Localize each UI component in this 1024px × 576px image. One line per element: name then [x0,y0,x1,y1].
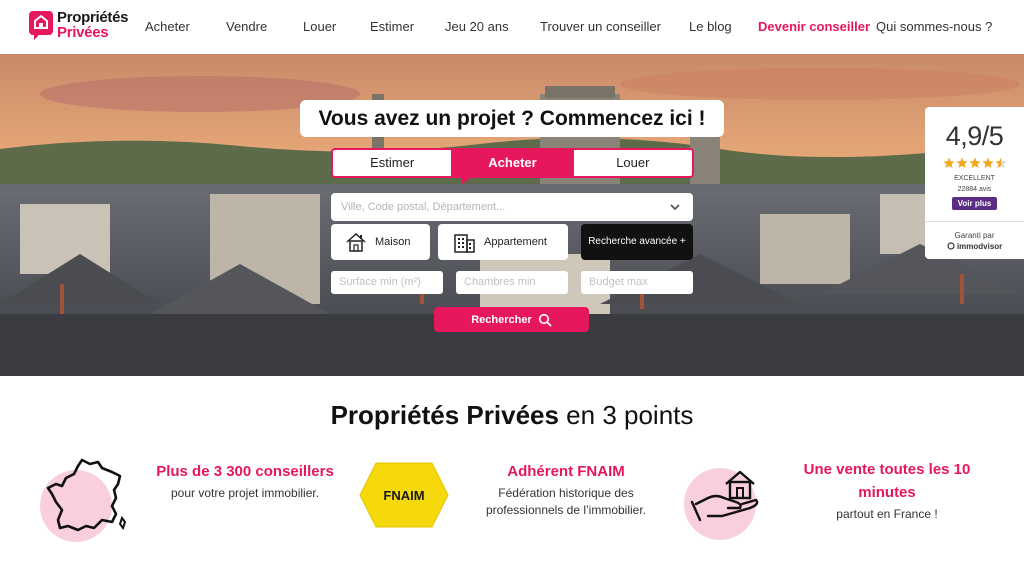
section-title: Propriétés Privées en 3 points [0,400,1024,431]
chambres-min-input[interactable]: Chambres min [456,271,568,294]
section-title-rest: en 3 points [558,400,694,430]
france-map-icon [46,458,127,532]
star-icon [955,157,968,168]
rating-stars [925,157,1024,169]
search-button-label: Rechercher [471,313,532,326]
site-header: Propriétés Privées Acheter Vendre Louer … [0,0,1024,54]
point-conseillers-desc: pour votre projet immobilier. [170,486,320,500]
nav-trouver-conseiller[interactable]: Trouver un conseiller [540,19,661,34]
nav-jeu-20-ans[interactable]: Jeu 20 ans [445,19,509,34]
chevron-down-icon[interactable] [668,200,682,214]
nav-devenir-conseiller[interactable]: Devenir conseiller [758,19,870,34]
tab-estimer[interactable]: Estimer [331,148,454,178]
nav-vendre[interactable]: Vendre [226,19,267,34]
section-title-bold: Propriétés Privées [330,400,559,430]
advanced-search-button[interactable]: Recherche avancée + [581,224,693,260]
point-conseillers-title: Plus de 3 300 conseillers [156,463,334,480]
type-appartement-label: Appartement [484,236,547,248]
star-icon [942,157,955,168]
point-vente-desc: partout en France ! [836,507,938,521]
hero-headline: Vous avez un projet ? Commencez ici ! [300,100,724,137]
tab-louer[interactable]: Louer [573,148,694,178]
nav-blog[interactable]: Le blog [689,19,732,34]
nav-louer[interactable]: Louer [303,19,336,34]
search-icon [538,313,552,327]
point-fnaim-title: Adhérent FNAIM [507,463,625,480]
rating-widget[interactable]: 4,9/5 EXCELLENT 22884 avis Voir plus Gar… [925,107,1024,259]
building-icon [454,234,475,253]
nav-acheter[interactable]: Acheter [145,19,190,34]
immodvisor-icon [947,242,955,250]
nav-estimer[interactable]: Estimer [370,19,414,34]
nav-qui-sommes-nous[interactable]: Qui sommes-nous ? [876,19,992,34]
point-fnaim-desc-1: Fédération historique des [498,486,634,500]
house-icon [346,232,366,252]
rating-label: EXCELLENT [954,175,995,182]
transaction-tabs: Estimer Acheter Louer [331,148,694,185]
point-fnaim: Adhérent FNAIM Fédération historique des… [460,460,672,519]
type-appartement-button[interactable]: Appartement [438,224,568,260]
immodvisor-label: immodvisor [956,242,1003,251]
see-more-button[interactable]: Voir plus [951,197,998,210]
rating-count: 22884 avis [957,186,992,193]
rating-score: 4,9/5 [945,121,1004,151]
star-icon [981,157,994,168]
budget-max-input[interactable]: Budget max [581,271,693,294]
hand-house-icon [690,470,759,522]
city-search-input[interactable]: Ville, Code postal, Département... [331,193,693,221]
type-maison-label: Maison [375,236,411,248]
main-nav: Acheter Vendre Louer Estimer Jeu 20 ans … [0,0,1024,54]
fnaim-logo: FNAIM [359,462,449,528]
immodvisor-logo: immodvisor [925,242,1024,251]
guaranteed-by-label: Garanti par [954,231,995,240]
fnaim-logo-text: FNAIM [383,488,424,503]
type-maison-button[interactable]: Maison [331,224,430,260]
star-half-icon [994,157,1007,168]
search-button[interactable]: Rechercher [434,307,589,332]
surface-min-input[interactable]: Surface min (m²) [331,271,443,294]
tab-acheter[interactable]: Acheter [453,148,574,185]
point-conseillers: Plus de 3 300 conseillers pour votre pro… [140,460,350,502]
point-vente-title-2: minutes [858,484,916,501]
point-vente: Une vente toutes les 10 minutes partout … [778,458,996,523]
rating-divider [925,221,1024,222]
star-icon [968,157,981,168]
point-fnaim-desc-2: professionnels de l’immobilier. [485,503,647,517]
point-vente-title-1: Une vente toutes les 10 [803,461,971,478]
